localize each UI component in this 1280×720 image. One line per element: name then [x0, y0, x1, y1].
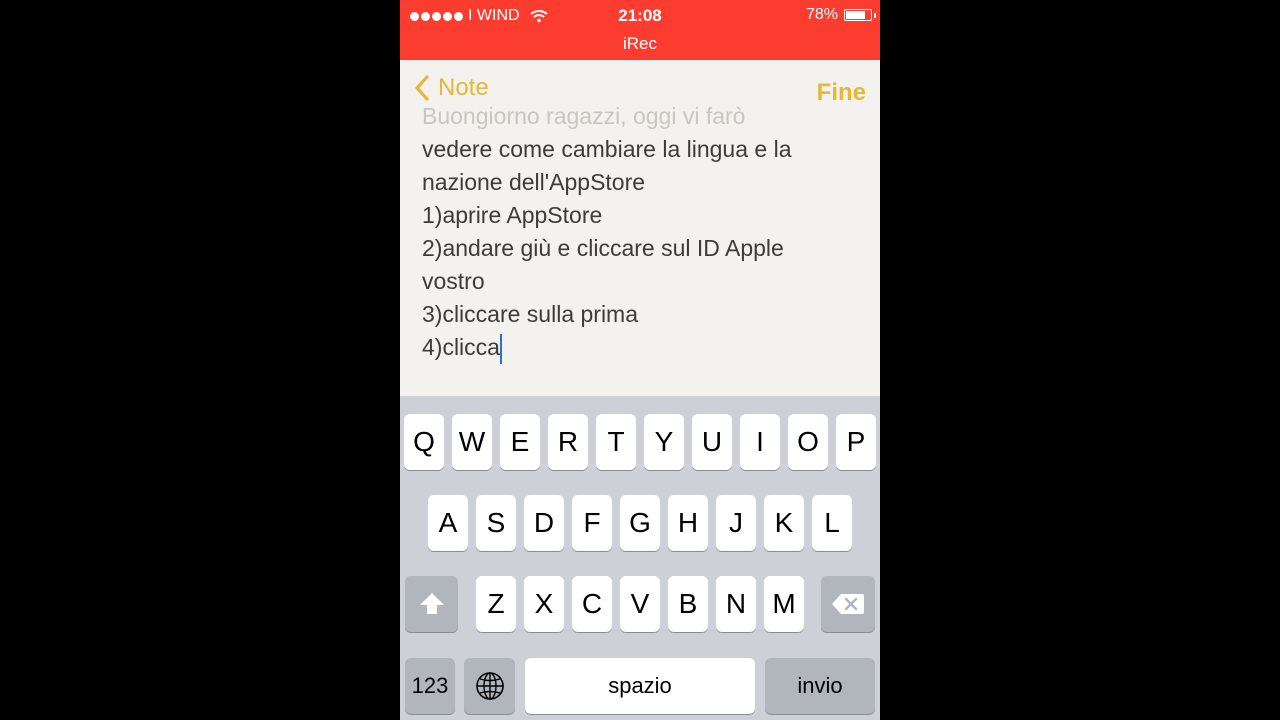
- note-line: vedere come cambiare la lingua e la: [422, 136, 792, 162]
- note-line: 2)andare giù e cliccare sul ID Apple: [422, 235, 784, 261]
- phone-screen: I WIND 21:08 iRec 78% Note Fine Buongior…: [400, 0, 880, 720]
- battery-percent: 78%: [805, 6, 838, 23]
- delete-key[interactable]: [821, 576, 875, 632]
- key-g[interactable]: G: [620, 495, 660, 551]
- chevron-left-icon: [415, 75, 429, 101]
- delete-icon: [832, 594, 864, 614]
- back-label: Note: [438, 74, 489, 101]
- key-b[interactable]: B: [668, 576, 708, 632]
- battery-icon: [844, 9, 876, 21]
- note-line: 3)cliccare sulla prima: [422, 301, 639, 327]
- numbers-key[interactable]: 123: [405, 658, 455, 714]
- shift-icon: [419, 593, 444, 614]
- key-y[interactable]: Y: [644, 414, 684, 470]
- key-u[interactable]: U: [692, 414, 732, 470]
- shift-key[interactable]: [405, 576, 458, 632]
- note-line: vostro: [422, 268, 485, 294]
- status-bar: I WIND 21:08 iRec 78%: [400, 0, 880, 60]
- key-p[interactable]: P: [836, 414, 876, 470]
- key-x[interactable]: X: [524, 576, 564, 632]
- return-key-label: invio: [797, 673, 843, 698]
- key-t[interactable]: T: [596, 414, 636, 470]
- key-c[interactable]: C: [572, 576, 612, 632]
- globe-icon: [475, 672, 504, 700]
- key-a[interactable]: A: [428, 495, 468, 551]
- note-line-current: 4)clicca: [422, 331, 862, 364]
- key-r[interactable]: R: [548, 414, 588, 470]
- note-line: Buongiorno ragazzi, oggi vi farò: [422, 103, 746, 129]
- key-f[interactable]: F: [572, 495, 612, 551]
- space-key-label: spazio: [608, 673, 672, 698]
- key-w[interactable]: W: [452, 414, 492, 470]
- key-z[interactable]: Z: [476, 576, 516, 632]
- globe-key[interactable]: [464, 658, 515, 714]
- key-q[interactable]: Q: [404, 414, 444, 470]
- key-d[interactable]: D: [524, 495, 564, 551]
- note-line: 1)aprire AppStore: [422, 202, 603, 228]
- key-h[interactable]: H: [668, 495, 708, 551]
- text-cursor: [499, 333, 502, 364]
- note-line: nazione dell'AppStore: [422, 169, 646, 195]
- key-s[interactable]: S: [476, 495, 516, 551]
- key-n[interactable]: N: [716, 576, 756, 632]
- return-key[interactable]: invio: [765, 658, 875, 714]
- key-e[interactable]: E: [500, 414, 540, 470]
- key-v[interactable]: V: [620, 576, 660, 632]
- key-m[interactable]: M: [764, 576, 804, 632]
- key-l[interactable]: L: [812, 495, 852, 551]
- note-text-area[interactable]: Buongiorno ragazzi, oggi vi farò vedere …: [422, 100, 862, 396]
- keyboard: Q W E R T Y U I O P A S D F G H J K L Z …: [400, 396, 880, 720]
- key-k[interactable]: K: [764, 495, 804, 551]
- key-i[interactable]: I: [740, 414, 780, 470]
- battery-group: 78%: [805, 6, 876, 24]
- recording-app-label: iRec: [622, 34, 657, 53]
- key-o[interactable]: O: [788, 414, 828, 470]
- key-j[interactable]: J: [716, 495, 756, 551]
- note-line-text: 4)clicca: [422, 334, 500, 360]
- numbers-key-label: 123: [411, 673, 449, 698]
- space-key[interactable]: spazio: [525, 658, 755, 714]
- back-button[interactable]: Note: [414, 74, 489, 102]
